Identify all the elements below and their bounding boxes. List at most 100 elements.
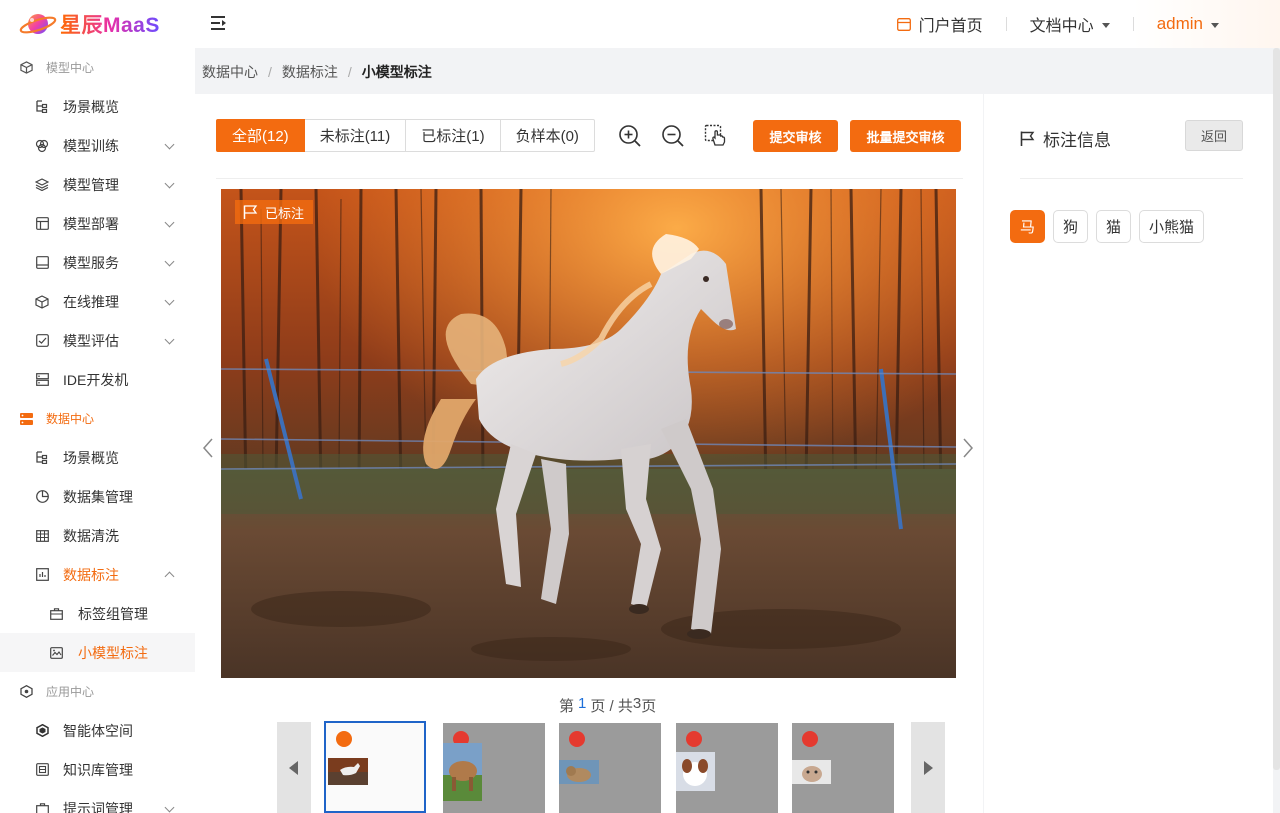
sidebar-subitem-tag-group[interactable]: 标签组管理 [0, 594, 195, 633]
sidebar-group-model-center[interactable]: 模型中心 [0, 48, 195, 87]
thumbnail-image [443, 743, 482, 801]
chevron-up-icon [164, 571, 175, 582]
collapse-menu-icon[interactable] [210, 15, 228, 31]
chevron-down-icon [1211, 22, 1219, 28]
sidebar-item-model-evaluate[interactable]: 模型评估 [0, 321, 195, 360]
submit-review-button[interactable]: 提交审核 [753, 120, 838, 152]
sidebar-item-model-management[interactable]: 模型管理 [0, 165, 195, 204]
thumbnail-image [328, 758, 368, 785]
pie-icon [35, 490, 49, 504]
layers-icon [35, 178, 49, 192]
user-name: admin [1156, 14, 1203, 33]
tab-unlabeled[interactable]: 未标注(11) [304, 119, 407, 152]
thumbnail-dog[interactable] [676, 723, 778, 813]
sidebar-subitem-label: 小模型标注 [78, 644, 148, 661]
zoom-in-icon[interactable] [617, 123, 643, 149]
sidebar-item-model-training[interactable]: 模型训练 [0, 126, 195, 165]
pager-suffix: 页 [641, 698, 657, 715]
brand-logo[interactable]: 星辰MaaS [18, 8, 160, 40]
sidebar-item-label: 智能体空间 [63, 722, 133, 739]
annotation-image[interactable] [221, 189, 956, 678]
label-tag-dog[interactable]: 狗 [1053, 210, 1089, 243]
page-scrollbar[interactable] [1273, 48, 1280, 770]
chevron-down-icon [164, 334, 175, 345]
inference-icon [35, 294, 49, 309]
thumbnail-next-button[interactable] [911, 722, 945, 813]
badge-label: 已标注 [265, 205, 305, 221]
chevron-down-icon [164, 139, 175, 150]
sidebar-item-model-service[interactable]: 模型服务 [0, 243, 195, 282]
sidebar-item-model-deploy[interactable]: 模型部署 [0, 204, 195, 243]
sidebar-subitem-small-model-annotation[interactable]: 小模型标注 [0, 633, 195, 672]
tree-icon [35, 100, 49, 114]
chart-icon [35, 568, 49, 582]
sidebar-item-label: 模型训练 [63, 137, 119, 154]
flag-icon [1020, 131, 1035, 146]
hand-pointer-icon[interactable] [703, 123, 729, 149]
hex-icon [19, 685, 33, 699]
back-button[interactable]: 返回 [1185, 120, 1243, 151]
label-tag-horse[interactable]: 马 [1010, 210, 1046, 243]
sidebar-item-label: IDE开发机 [63, 371, 129, 388]
zoom-out-icon[interactable] [660, 123, 686, 149]
sidebar-item-label: 模型管理 [63, 176, 119, 193]
sidebar-item-ide[interactable]: IDE开发机 [0, 360, 195, 399]
sidebar-item-agent-space[interactable]: 智能体空间 [0, 711, 195, 750]
planet-logo-icon [18, 8, 58, 40]
tab-negative[interactable]: 负样本(0) [500, 119, 595, 152]
breadcrumb: 数据中心 / 数据标注 / 小模型标注 [202, 62, 432, 82]
labeled-status-dot [336, 731, 352, 747]
labeled-status-badge: 已标注 [235, 200, 314, 224]
unlabeled-status-dot [802, 731, 818, 747]
sidebar-item-knowledge-base[interactable]: 知识库管理 [0, 750, 195, 789]
breadcrumb-separator: / [268, 64, 272, 80]
chevron-down-icon [164, 178, 175, 189]
sidebar-item-dataset-management[interactable]: 数据集管理 [0, 477, 195, 516]
service-icon [35, 256, 49, 270]
batch-submit-review-button[interactable]: 批量提交审核 [850, 120, 961, 152]
chevron-down-icon [164, 802, 175, 813]
sidebar-item-label: 提示词管理 [63, 800, 133, 813]
user-menu[interactable]: admin [1134, 14, 1242, 33]
sidebar-item-scene-overview[interactable]: 场景概览 [0, 87, 195, 126]
tab-labeled[interactable]: 已标注(1) [406, 119, 501, 152]
sidebar-item-label: 模型服务 [63, 254, 119, 271]
page-indicator: 第 1 页 / 共 3 页 [559, 695, 656, 716]
thumbnail-prev-button[interactable] [277, 722, 311, 813]
previous-image-arrow-icon[interactable] [202, 438, 214, 458]
portal-home-link[interactable]: 门户首页 [874, 15, 1006, 35]
breadcrumb-item[interactable]: 数据标注 [282, 62, 338, 82]
breadcrumb-separator: / [347, 64, 352, 80]
sidebar-item-data-annotation[interactable]: 数据标注 [0, 555, 195, 594]
label-tag-red-panda[interactable]: 小熊猫 [1139, 210, 1205, 243]
sidebar-item-label: 场景概览 [63, 449, 119, 466]
label-tag-cat[interactable]: 猫 [1096, 210, 1132, 243]
filter-tabs: 全部(12) 未标注(11) 已标注(1) 负样本(0) [216, 119, 595, 152]
sidebar-item-data-cleaning[interactable]: 数据清洗 [0, 516, 195, 555]
thumbnail-horse[interactable] [324, 721, 426, 813]
sidebar-item-data-scene-overview[interactable]: 场景概览 [0, 438, 195, 477]
thumbnail-kitten[interactable] [792, 723, 894, 813]
thumbnail-cow[interactable] [443, 723, 545, 813]
thumbnail-image [559, 760, 599, 784]
sidebar-item-prompt-management[interactable]: 提示词管理 [0, 789, 195, 813]
docs-center-menu[interactable]: 文档中心 [1007, 15, 1133, 35]
server-icon [35, 373, 49, 387]
annotation-info-title: 标注信息 [1020, 126, 1111, 151]
breadcrumb-item[interactable]: 数据中心 [202, 62, 258, 82]
thumbnail-cat[interactable] [559, 723, 661, 813]
flag-icon [243, 205, 258, 219]
sidebar-item-label: 知识库管理 [63, 761, 133, 778]
sidebar-group-app-center[interactable]: 应用中心 [0, 672, 195, 711]
pager-prefix: 第 [559, 698, 575, 715]
brand-name: 星辰MaaS [60, 9, 160, 39]
tree-icon [35, 451, 49, 465]
sidebar-item-label: 模型部署 [63, 215, 119, 232]
chevron-down-icon [164, 295, 175, 306]
next-image-arrow-icon[interactable] [962, 438, 974, 458]
sidebar-group-data-center[interactable]: 数据中心 [0, 399, 195, 438]
sidebar-item-online-inference[interactable]: 在线推理 [0, 282, 195, 321]
tab-all[interactable]: 全部(12) [216, 119, 305, 152]
sidebar-item-label: 数据标注 [63, 566, 119, 583]
panel-divider [1020, 178, 1243, 179]
